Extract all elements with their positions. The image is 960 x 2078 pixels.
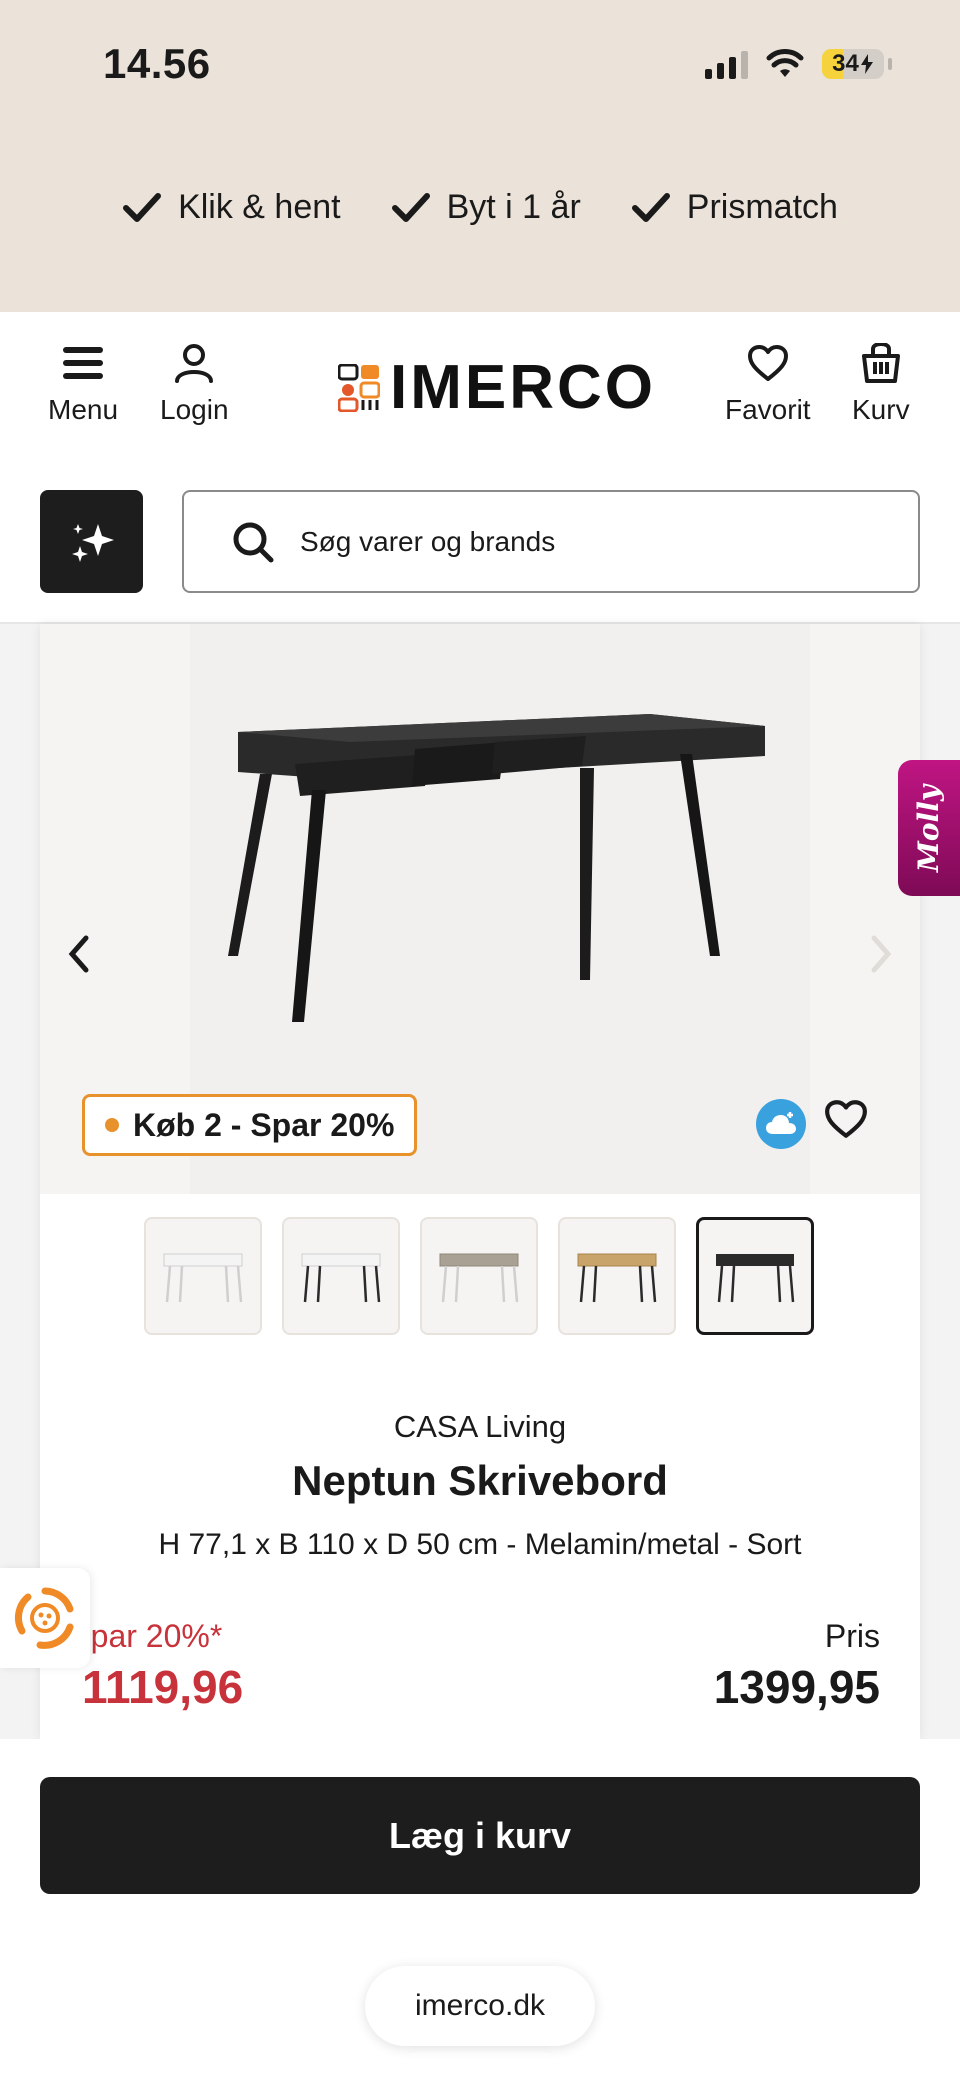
user-icon <box>175 344 214 383</box>
perks-bar: Klik & hent Byt i 1 år Prismatch <box>0 188 960 227</box>
battery-level: 34 <box>832 50 859 77</box>
browser-url-bar[interactable]: imerco.dk <box>365 1966 595 2046</box>
perk-label: Byt i 1 år <box>446 188 581 226</box>
eco-recycle-badge[interactable] <box>0 1568 90 1668</box>
product-title: Neptun Skrivebord <box>292 1457 668 1504</box>
cloud-icon <box>766 1112 796 1134</box>
logo-mark-icon <box>338 363 380 412</box>
promo-badge: Køb 2 - Spar 20% <box>82 1094 418 1156</box>
check-icon <box>123 192 162 222</box>
search-icon <box>233 522 274 562</box>
check-icon <box>631 192 670 222</box>
hamburger-menu-icon <box>63 347 104 379</box>
gallery-prev-button[interactable] <box>66 934 90 979</box>
product-gallery: Køb 2 - Spar 20% <box>40 624 920 1194</box>
heart-icon <box>825 1100 867 1138</box>
chevron-left-icon <box>68 935 89 973</box>
favorites-label: Favorit <box>725 394 811 425</box>
cloud-share-button[interactable] <box>756 1099 806 1149</box>
bottom-action-bar: Læg i kurv imerco.dk <box>0 1739 960 2078</box>
perk-label: Klik & hent <box>178 188 341 226</box>
gallery-next-button[interactable] <box>870 934 894 979</box>
chevron-right-icon <box>871 935 892 973</box>
desk-thumbnail-white-icon <box>163 1253 243 1303</box>
price-label: Pris <box>824 1618 880 1654</box>
thumbnail-oak[interactable] <box>558 1217 676 1335</box>
check-icon <box>391 192 430 222</box>
promo-dot <box>105 1118 119 1132</box>
variant-thumbnails <box>144 1217 814 1335</box>
basket-icon <box>861 343 900 383</box>
login-button[interactable]: Login <box>160 338 229 426</box>
cart-button[interactable]: Kurv <box>852 338 910 426</box>
product-brand[interactable]: CASA Living <box>40 1409 920 1445</box>
desk-thumbnail-white-black-icon <box>301 1253 381 1303</box>
top-band: 14.56 34 Klik & hent Byt i 1 år Prismatc… <box>0 0 960 312</box>
menu-label: Menu <box>48 394 119 425</box>
heart-icon <box>747 345 788 381</box>
charging-bolt-icon <box>860 54 873 74</box>
status-time: 14.56 <box>103 40 211 87</box>
search-input[interactable] <box>300 525 860 558</box>
product-card: Køb 2 - Spar 20% CASA Living Neptun Skri… <box>40 624 920 1739</box>
favorites-button[interactable]: Favorit <box>725 338 811 426</box>
desk-thumbnail-oak-icon <box>577 1253 657 1303</box>
perk-exchange: Byt i 1 år <box>391 188 581 227</box>
status-icons: 34 <box>705 44 892 84</box>
thumbnail-grey[interactable] <box>420 1217 538 1335</box>
molly-label: Molly <box>912 784 946 872</box>
perk-price-match: Prismatch <box>631 188 838 227</box>
molly-chat-widget[interactable]: Molly <box>898 760 960 896</box>
thumbnail-black[interactable] <box>696 1217 814 1335</box>
sparkle-icon <box>71 523 114 562</box>
login-label: Login <box>160 394 229 425</box>
perk-label: Prismatch <box>686 188 838 226</box>
discount-label: ˌpar 20%* <box>80 1618 223 1654</box>
thumbnail-white[interactable] <box>144 1217 262 1335</box>
product-image <box>228 714 765 1022</box>
logo-text: IMERCO <box>390 353 656 422</box>
add-to-cart-button[interactable]: Læg i kurv <box>40 1777 920 1894</box>
search-box[interactable] <box>182 490 920 593</box>
thumbnail-white-black-legs[interactable] <box>282 1217 400 1335</box>
menu-button[interactable]: Menu <box>48 338 118 426</box>
desk-thumbnail-grey-icon <box>439 1253 519 1303</box>
url-text: imerco.dk <box>414 1989 546 2022</box>
sale-price: 1119,96 <box>82 1661 244 1713</box>
desk-thumbnail-black-icon <box>716 1254 795 1303</box>
ai-assistant-button[interactable] <box>40 490 143 593</box>
site-header: Menu Login IMERCO Favorit Kurv Søg varer… <box>0 312 960 624</box>
promo-label: Køb 2 - Spar 20% <box>133 1106 395 1143</box>
regular-price: 1399,95 <box>713 1661 880 1713</box>
battery-icon: 34 <box>822 49 884 79</box>
wifi-icon <box>766 49 804 77</box>
imerco-logo[interactable]: IMERCO <box>338 352 656 423</box>
cellular-signal-icon <box>705 49 748 79</box>
recycle-icon <box>14 1587 74 1649</box>
product-favorite-button[interactable] <box>824 1099 868 1144</box>
perk-click-collect: Klik & hent <box>122 188 341 227</box>
cart-label: Kurv <box>852 394 910 425</box>
product-spec: H 77,1 x B 110 x D 50 cm - Melamin/metal… <box>158 1528 802 1561</box>
